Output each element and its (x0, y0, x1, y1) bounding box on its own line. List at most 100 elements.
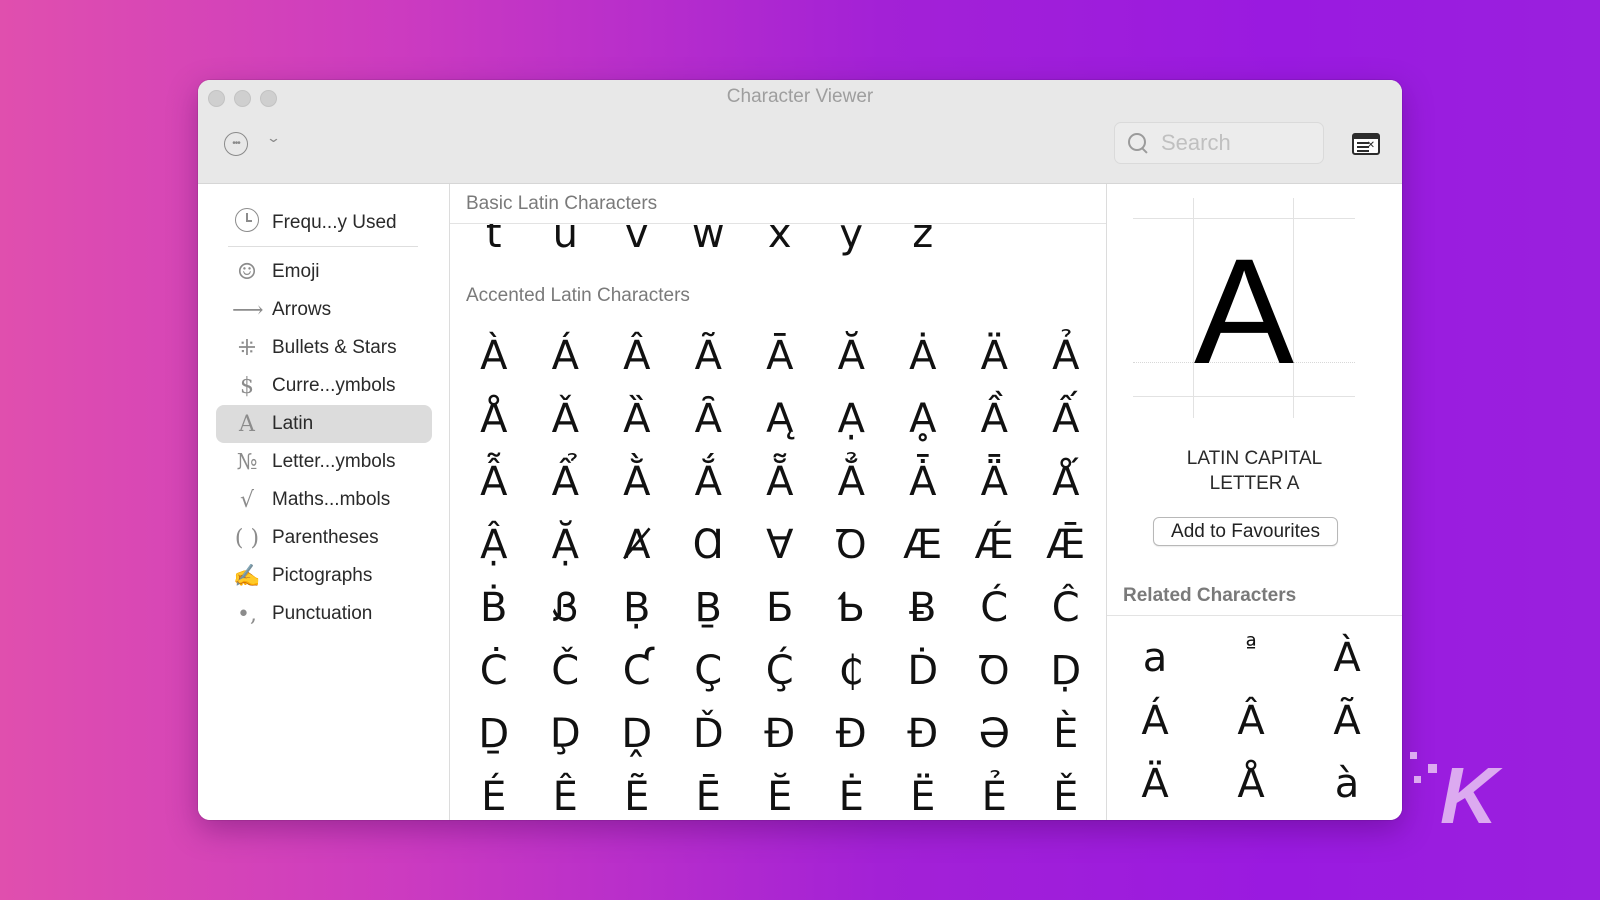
add-to-favourites-button[interactable]: Add to Favourites (1153, 517, 1338, 546)
character-cell[interactable]: Ẵ (744, 450, 816, 513)
character-cell[interactable]: Ặ (530, 513, 602, 576)
chevron-down-icon[interactable]: ⌄ (266, 130, 281, 146)
character-cell[interactable]: Ằ (601, 450, 673, 513)
character-cell[interactable]: Ċ (458, 639, 530, 702)
character-cell[interactable]: Ď (673, 702, 745, 765)
character-cell[interactable]: ₵ (816, 639, 888, 702)
character-cell[interactable]: Ả (1030, 324, 1102, 387)
character-cell[interactable]: À (1299, 626, 1395, 689)
sidebar-item-frequently-used[interactable]: Frequ...y Used (216, 204, 432, 242)
character-cell[interactable]: Ɖ (816, 702, 888, 765)
character-cell[interactable]: Ắ (673, 450, 745, 513)
character-cell[interactable]: Ė (816, 765, 888, 820)
character-cell[interactable]: Ḑ (530, 702, 602, 765)
character-cell[interactable]: Ḓ (601, 702, 673, 765)
character-cell[interactable]: Ð (887, 702, 959, 765)
character-cell[interactable]: Ẻ (959, 765, 1031, 820)
character-cell[interactable]: Â (601, 324, 673, 387)
character-cell[interactable]: Ⱥ (601, 513, 673, 576)
character-cell[interactable]: Ạ (816, 387, 888, 450)
character-cell[interactable]: Ā (744, 324, 816, 387)
character-cell[interactable]: Ẩ (530, 450, 602, 513)
character-cell[interactable]: Ä (959, 324, 1031, 387)
character-cell[interactable]: Б (744, 576, 816, 639)
character-cell[interactable]: Ć (959, 576, 1031, 639)
sidebar-item-arrows[interactable]: ⟶ Arrows (216, 291, 432, 329)
character-cell[interactable]: Ǻ (1030, 450, 1102, 513)
sidebar-item-latin[interactable]: A Latin (216, 405, 432, 443)
character-cell[interactable]: Ƈ (601, 639, 673, 702)
character-cell[interactable]: Ä (1107, 752, 1203, 815)
character-cell[interactable]: Ḁ (887, 387, 959, 450)
character-cell[interactable]: È (1030, 702, 1102, 765)
character-cell[interactable]: Ḍ (1030, 639, 1102, 702)
character-cell[interactable]: Ɑ (673, 513, 745, 576)
character-cell[interactable]: Ă (816, 324, 888, 387)
character-cell[interactable]: Ậ (458, 513, 530, 576)
character-cell[interactable]: Ƀ (887, 576, 959, 639)
character-cell[interactable]: Ấ (1030, 387, 1102, 450)
sidebar-item-parentheses[interactable]: ( ) Parentheses (216, 519, 432, 557)
character-cell[interactable]: Ã (673, 324, 745, 387)
sidebar-item-bullets-stars[interactable]: ⁜ Bullets & Stars (216, 329, 432, 367)
sidebar-item-currency-symbols[interactable]: $ Curre...ymbols (216, 367, 432, 405)
sidebar-item-punctuation[interactable]: •, Punctuation (216, 595, 432, 633)
character-cell[interactable]: Ƅ (816, 576, 888, 639)
search-input[interactable] (1161, 130, 1311, 156)
character-cell[interactable]: Ầ (959, 387, 1031, 450)
character-cell[interactable]: Đ (744, 702, 816, 765)
character-cell[interactable]: Ǎ (530, 387, 602, 450)
character-cell[interactable]: Ḏ (458, 702, 530, 765)
character-cell[interactable]: Ě (1030, 765, 1102, 820)
character-cell[interactable]: Â (1203, 689, 1299, 752)
character-cell[interactable]: Ḅ (601, 576, 673, 639)
character-cell[interactable]: Á (530, 324, 602, 387)
character-cell[interactable]: Ꝺ (959, 639, 1031, 702)
character-cell[interactable]: Ꝺ (816, 513, 888, 576)
character-cell[interactable]: Ã (1299, 689, 1395, 752)
character-cell[interactable]: Ȧ (887, 324, 959, 387)
character-cell[interactable]: É (458, 765, 530, 820)
character-cell[interactable]: Ḇ (673, 576, 745, 639)
character-cell[interactable]: Ą (744, 387, 816, 450)
character-cell[interactable]: Ȃ (673, 387, 745, 450)
character-cell[interactable]: Ē (673, 765, 745, 820)
category-sidebar: Frequ...y Used ☺ Emoji ⟶ Arrows ⁜ Bullet… (198, 184, 450, 820)
related-characters-header: Related Characters (1107, 576, 1402, 616)
character-cell[interactable]: a (1107, 626, 1203, 689)
character-cell[interactable]: À (458, 324, 530, 387)
character-cell[interactable]: Æ (887, 513, 959, 576)
character-cell[interactable]: Ə (959, 702, 1031, 765)
character-viewer-window-icon[interactable]: ✕ (1352, 133, 1380, 155)
character-cell[interactable]: Ê (530, 765, 602, 820)
search-field[interactable] (1114, 122, 1324, 164)
character-cell[interactable]: Ǣ (1030, 513, 1102, 576)
character-cell[interactable]: Ɐ (744, 513, 816, 576)
character-cell[interactable]: Ḉ (744, 639, 816, 702)
sidebar-item-emoji[interactable]: ☺ Emoji (216, 253, 432, 291)
character-cell[interactable]: Ḃ (458, 576, 530, 639)
character-cell[interactable]: Ẽ (601, 765, 673, 820)
character-cell[interactable]: Ȁ (601, 387, 673, 450)
character-cell[interactable]: à (1299, 752, 1395, 815)
character-cell[interactable]: Ĕ (744, 765, 816, 820)
character-cell[interactable]: Ç (673, 639, 745, 702)
character-cell[interactable]: Ǡ (887, 450, 959, 513)
character-cell[interactable]: Ẳ (816, 450, 888, 513)
ellipsis-circle-icon[interactable]: ••• (224, 132, 248, 156)
character-cell[interactable]: ª (1203, 626, 1299, 689)
character-cell[interactable]: Ǽ (959, 513, 1031, 576)
sidebar-item-pictographs[interactable]: ✍ Pictographs (216, 557, 432, 595)
character-cell[interactable]: Å (458, 387, 530, 450)
sidebar-item-letterlike-symbols[interactable]: № Letter...ymbols (216, 443, 432, 481)
character-cell[interactable]: Á (1107, 689, 1203, 752)
character-cell[interactable]: Č (530, 639, 602, 702)
character-cell[interactable]: Ḋ (887, 639, 959, 702)
sidebar-item-maths-symbols[interactable]: √ Maths...mbols (216, 481, 432, 519)
character-cell[interactable]: Ǟ (959, 450, 1031, 513)
character-cell[interactable]: Å (1203, 752, 1299, 815)
character-cell[interactable]: Ĉ (1030, 576, 1102, 639)
character-cell[interactable]: Ᏸ (530, 576, 602, 639)
character-cell[interactable]: Ë (887, 765, 959, 820)
character-cell[interactable]: Ẫ (458, 450, 530, 513)
